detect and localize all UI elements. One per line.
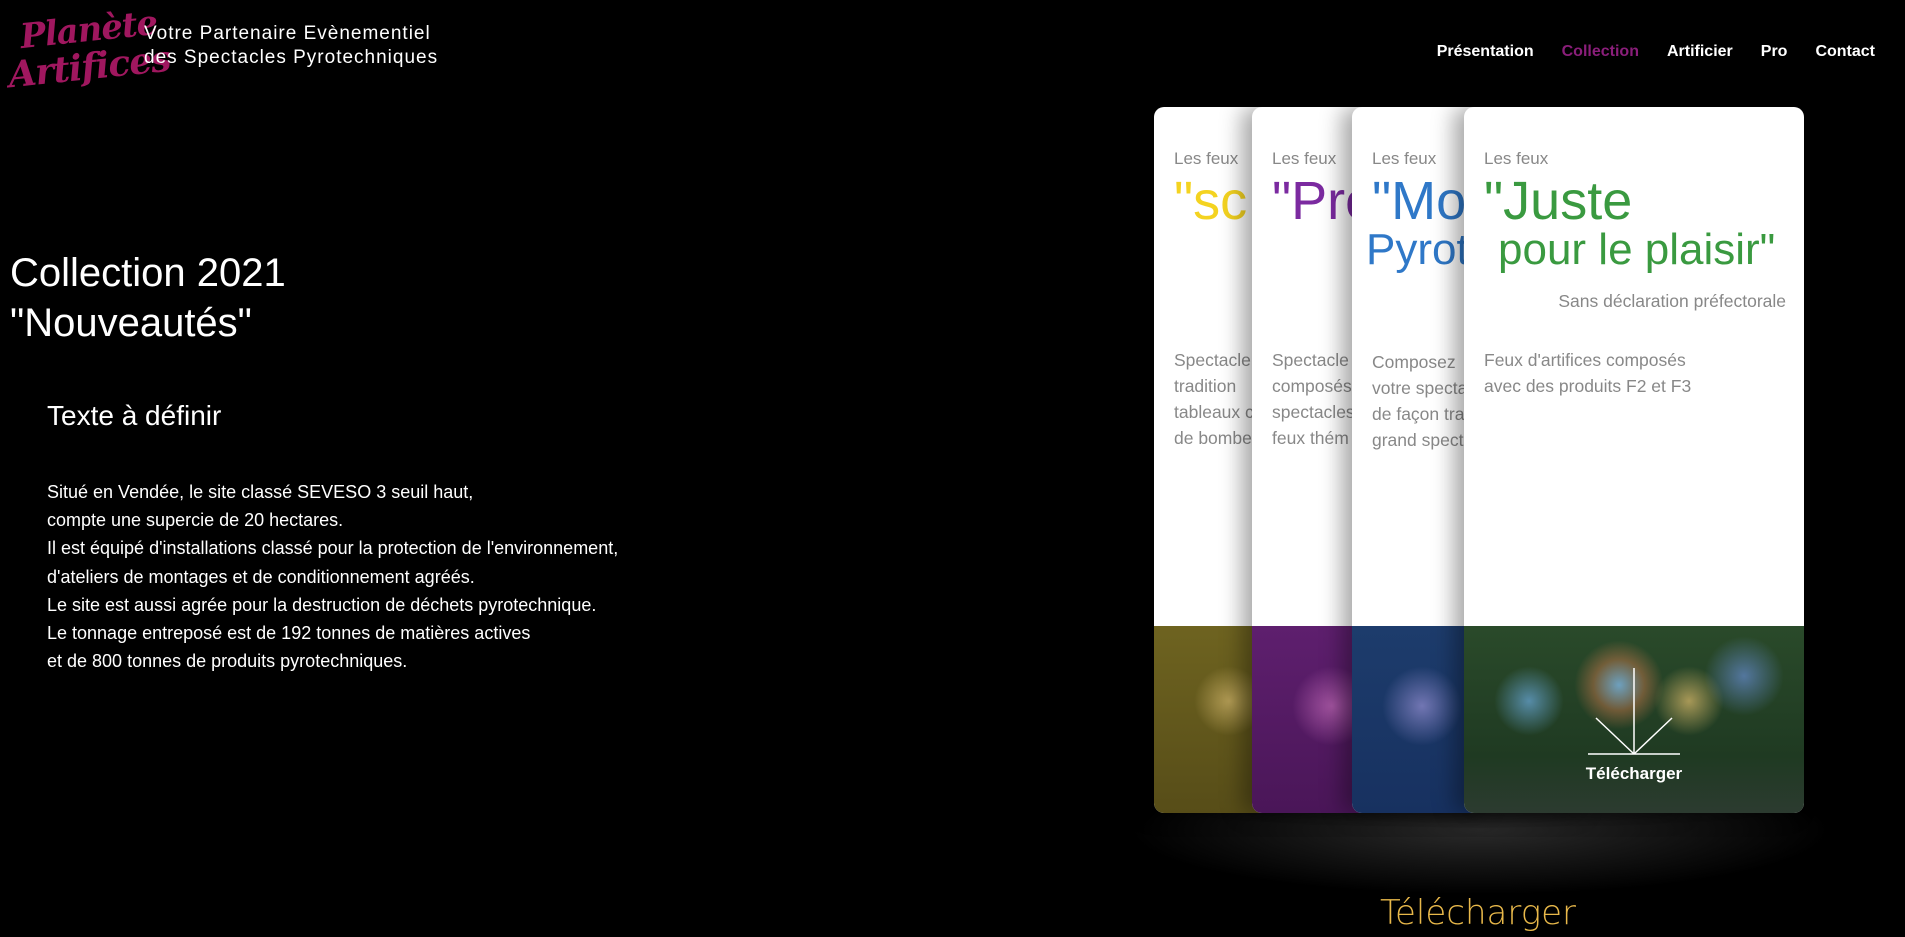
desc-line: grand spect xyxy=(1372,430,1464,450)
desc-line: votre specta xyxy=(1372,378,1468,398)
desc-line: Feux d'artifices composés xyxy=(1484,350,1686,370)
card-kicker: Les feux xyxy=(1484,149,1549,168)
card-download-label[interactable]: Télécharger xyxy=(1464,764,1804,784)
page-title-line-1: Collection 2021 xyxy=(10,251,286,295)
card-note: Sans déclaration préfectorale xyxy=(1558,291,1786,311)
desc-line: tableaux c xyxy=(1174,402,1254,422)
download-icon xyxy=(1588,668,1680,755)
nav-pro[interactable]: Pro xyxy=(1761,43,1788,61)
main-nav: Présentation Collection Artificier Pro C… xyxy=(1437,43,1875,61)
card-title-line-2: pour le plaisir" xyxy=(1498,225,1776,274)
card-kicker: Les feux xyxy=(1372,149,1437,168)
desc-line: tradition xyxy=(1174,376,1237,396)
fireworks-photo[interactable]: Télécharger xyxy=(1464,626,1804,813)
nav-collection[interactable]: Collection xyxy=(1562,43,1639,61)
desc-line: composés xyxy=(1272,376,1352,396)
card-kicker: Les feux xyxy=(1174,149,1239,168)
logo[interactable]: Planète Artifices xyxy=(6,3,172,96)
tagline-line-2: des Spectacles Pyrotechniques xyxy=(144,47,439,68)
desc-line: Spectacle xyxy=(1272,350,1349,370)
paragraph-line: et de 800 tonnes de produits pyrotechniq… xyxy=(47,651,408,672)
card-kicker: Les feux xyxy=(1272,149,1337,168)
paragraph-line: Il est équipé d'installations classé pou… xyxy=(47,538,619,559)
section-subtitle: Texte à définir xyxy=(47,400,222,431)
card-description: Spectacle composés spectacles feux thém xyxy=(1272,347,1355,451)
desc-line: Spectacle xyxy=(1174,350,1251,370)
desc-line: de façon tra xyxy=(1372,404,1465,424)
desc-line: feux thém xyxy=(1272,428,1349,448)
card-pour-le-plaisir[interactable]: Les feux "Juste pour le plaisir" Sans dé… xyxy=(1464,107,1804,813)
nav-presentation[interactable]: Présentation xyxy=(1437,43,1534,61)
tagline-line-1: Votre Partenaire Evènementiel xyxy=(144,23,431,44)
card-description: Composez votre specta de façon tra grand… xyxy=(1372,349,1467,453)
paragraph-line: Situé en Vendée, le site classé SEVESO 3… xyxy=(47,482,474,502)
paragraph-line: compte une supercie de 20 hectares. xyxy=(47,510,344,531)
desc-line: de bombe xyxy=(1174,428,1252,448)
desc-line: Composez xyxy=(1372,352,1456,372)
page-title: Collection 2021 "Nouveautés" xyxy=(10,248,286,348)
download-link[interactable]: Télécharger xyxy=(1380,893,1576,933)
nav-contact[interactable]: Contact xyxy=(1815,43,1875,61)
card-title-line-2: Pyrot xyxy=(1366,225,1469,274)
description-paragraph: Situé en Vendée, le site classé SEVESO 3… xyxy=(47,478,618,675)
desc-line: spectacles xyxy=(1272,402,1355,422)
nav-artificier[interactable]: Artificier xyxy=(1667,43,1733,61)
desc-line: avec des produits F2 et F3 xyxy=(1484,376,1692,396)
card-title: "sc xyxy=(1174,171,1248,231)
paragraph-line: d'ateliers de montages et de conditionne… xyxy=(47,566,475,587)
paragraph-line: Le tonnage entreposé est de 192 tonnes d… xyxy=(47,623,531,644)
card-description: Feux d'artifices composés avec des produ… xyxy=(1484,347,1691,399)
site-tagline: Votre Partenaire Evènementiel des Specta… xyxy=(144,22,438,70)
card-title: "Juste xyxy=(1484,171,1633,231)
page-title-line-2: "Nouveautés" xyxy=(10,301,252,345)
card-description: Spectacle tradition tableaux c de bombe xyxy=(1174,347,1254,451)
paragraph-line: Le site est aussi agrée pour la destruct… xyxy=(47,594,597,615)
collection-cards: Les feux "sc Spectacle tradition tableau… xyxy=(1154,107,1804,813)
